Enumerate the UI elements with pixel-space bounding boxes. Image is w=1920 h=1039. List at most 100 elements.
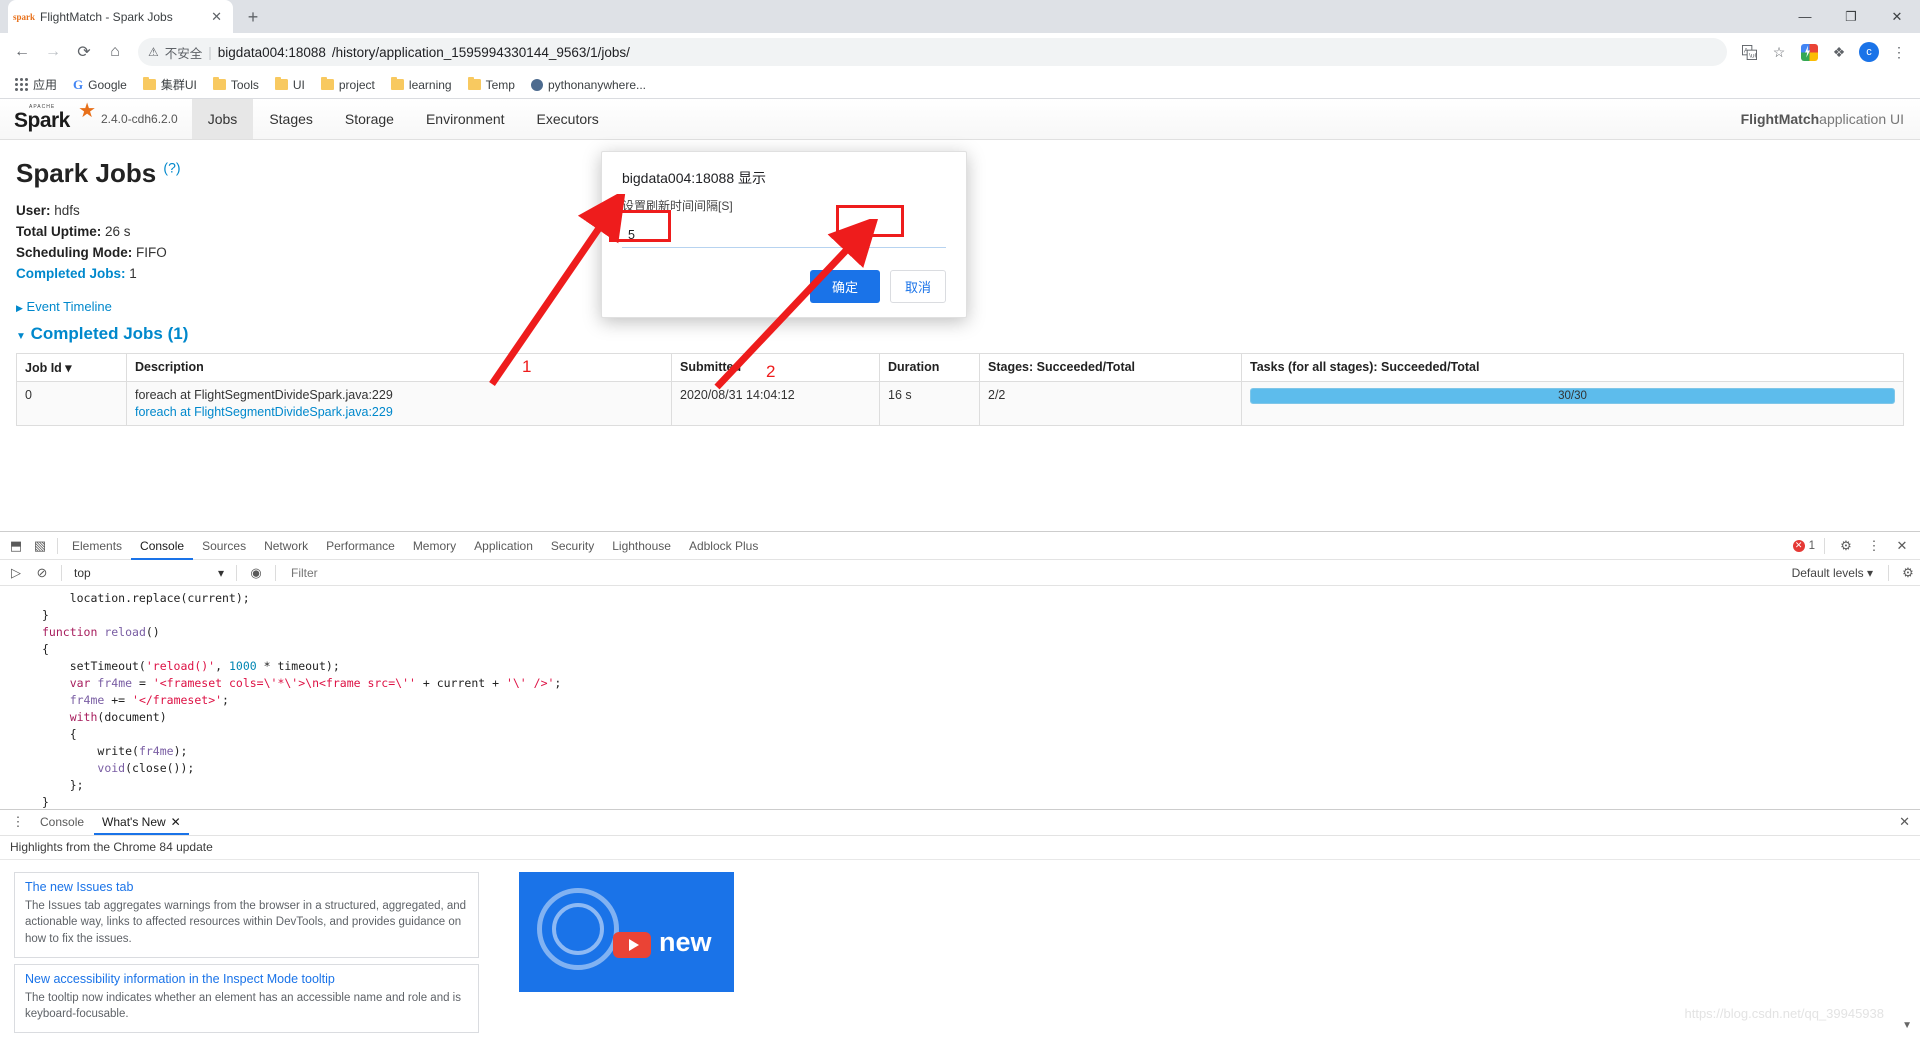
devtools-drawer: ⋮ Console What's New ✕ ✕ Highlights from… (0, 808, 1920, 1039)
bookmark-apps[interactable]: 应用 (8, 74, 64, 95)
spark-logo-icon: APACHE Spark ★ (14, 101, 96, 132)
profile-avatar[interactable]: c (1856, 39, 1882, 65)
devtools-tab-performance[interactable]: Performance (317, 532, 404, 560)
table-header-row: Job Id ▾ Description Submitted Duration … (16, 352, 1904, 382)
summary-value: 26 s (105, 223, 131, 239)
spark-brand[interactable]: APACHE Spark ★ 2.4.0-cdh6.2.0 (0, 99, 192, 139)
address-bar[interactable]: ⚠ 不安全 | bigdata004:18088/history/applica… (138, 38, 1727, 66)
devtools-close-icon[interactable]: ✕ (1890, 534, 1914, 558)
description-link[interactable]: foreach at FlightSegmentDivideSpark.java… (135, 405, 663, 419)
bookmark-label: Google (88, 77, 127, 92)
extensions-puzzle-icon[interactable]: ❖ (1826, 39, 1852, 65)
card-title[interactable]: New accessibility information in the Ins… (25, 972, 468, 986)
devtools-tab-adblock-plus[interactable]: Adblock Plus (680, 532, 767, 560)
tab-jobs[interactable]: Jobs (191, 99, 254, 139)
scroll-down-icon[interactable]: ▼ (1902, 1020, 1912, 1031)
header-tasks[interactable]: Tasks (for all stages): Succeeded/Total (1241, 352, 1904, 382)
devtools-tab-security[interactable]: Security (542, 532, 603, 560)
close-window-icon[interactable]: ✕ (1874, 0, 1920, 33)
header-description[interactable]: Description (126, 352, 672, 382)
maximize-icon[interactable]: ❐ (1828, 0, 1874, 33)
home-icon[interactable]: ⌂ (101, 38, 129, 66)
completed-jobs-header[interactable]: ▼ Completed Jobs (1) (16, 324, 1904, 344)
bookmark-learning[interactable]: learning (384, 76, 459, 94)
extension-colored-icon[interactable] (1796, 39, 1822, 65)
page-viewport: APACHE Spark ★ 2.4.0-cdh6.2.0 Jobs Stage… (0, 99, 1920, 520)
browser-tab[interactable]: spark FlightMatch - Spark Jobs ✕ (8, 0, 233, 33)
bookmark-star-icon[interactable]: ☆ (1766, 39, 1792, 65)
new-tab-button[interactable]: + (239, 3, 267, 31)
refresh-interval-input[interactable] (622, 222, 946, 248)
clear-console-icon[interactable]: ⊘ (30, 561, 54, 585)
forward-icon[interactable]: → (39, 38, 67, 66)
summary-key-link[interactable]: Completed Jobs: (16, 266, 126, 281)
whats-new-card[interactable]: New accessibility information in the Ins… (14, 963, 479, 1033)
live-expression-icon[interactable]: ◉ (244, 561, 268, 585)
devtools-toolbar-right: ✕ 1 ⚙ ⋮ ✕ (1792, 534, 1920, 558)
console-code-line: fr4me += '</frameset>'; (69, 693, 229, 707)
devtools-tab-sources[interactable]: Sources (193, 532, 255, 560)
drawer-close-icon[interactable]: ✕ (1899, 814, 1920, 830)
drawer-tab-console[interactable]: Console (32, 809, 92, 835)
bookmark-temp[interactable]: Temp (461, 76, 522, 94)
drawer-tab-close-icon[interactable]: ✕ (171, 815, 181, 829)
devtools-more-icon[interactable]: ⋮ (1862, 534, 1886, 558)
devtools-tab-application[interactable]: Application (465, 532, 542, 560)
device-toolbar-icon[interactable]: ▧ (28, 534, 52, 558)
devtools-tab-memory[interactable]: Memory (404, 532, 465, 560)
console-code-line: setTimeout('reload()', 1000 * timeout); (42, 659, 340, 673)
minimize-icon[interactable]: — (1782, 0, 1828, 33)
drawer-tab-whats-new[interactable]: What's New ✕ (94, 809, 189, 835)
inspect-element-icon[interactable]: ⬒ (4, 534, 28, 558)
confirm-button[interactable]: 确定 (809, 270, 880, 303)
tab-executors[interactable]: Executors (521, 99, 615, 139)
bookmark-cluster-ui[interactable]: 集群UI (136, 74, 204, 95)
log-levels-dropdown[interactable]: Default levels ▾ (1792, 566, 1881, 580)
bookmark-ui[interactable]: UI (268, 76, 312, 94)
page-title-help-link[interactable]: (?) (163, 159, 180, 175)
bookmark-google[interactable]: G Google (66, 75, 134, 95)
devtools-tab-network[interactable]: Network (255, 532, 317, 560)
error-count-badge[interactable]: ✕ 1 (1792, 539, 1815, 552)
back-icon[interactable]: ← (8, 38, 36, 66)
bookmark-project[interactable]: project (314, 76, 382, 94)
bookmark-label: UI (292, 77, 305, 92)
tab-storage[interactable]: Storage (329, 99, 410, 139)
console-output[interactable]: location.replace(current); } function re… (0, 586, 1920, 809)
chrome-menu-icon[interactable]: ⋮ (1886, 39, 1912, 65)
header-duration[interactable]: Duration (879, 352, 980, 382)
chevron-down-icon: ▼ (16, 330, 26, 342)
console-code-line: function reload() (42, 625, 160, 639)
header-submitted[interactable]: Submitted (671, 352, 880, 382)
folder-icon (212, 77, 226, 90)
whats-new-card[interactable]: The new Issues tab The Issues tab aggreg… (14, 871, 479, 958)
header-job-id[interactable]: Job Id ▾ (16, 352, 127, 382)
completed-jobs-table: Job Id ▾ Description Submitted Duration … (16, 352, 1904, 426)
devtools-tab-elements[interactable]: Elements (63, 532, 131, 560)
header-stages[interactable]: Stages: Succeeded/Total (979, 352, 1242, 382)
tab-environment[interactable]: Environment (410, 99, 521, 139)
console-sidebar-icon[interactable]: ▷ (4, 561, 28, 585)
bookmark-tools[interactable]: Tools (206, 76, 266, 94)
devtools-tab-lighthouse[interactable]: Lighthouse (603, 532, 680, 560)
reload-icon[interactable]: ⟳ (70, 38, 98, 66)
dialog-message: 设置刷新时间间隔[S] (622, 199, 733, 213)
cancel-button[interactable]: 取消 (889, 270, 946, 303)
whats-new-video-thumbnail[interactable]: new (519, 871, 734, 992)
close-tab-icon[interactable]: ✕ (208, 9, 225, 25)
bookmark-label: Temp (485, 77, 515, 92)
translate-icon[interactable]: A\u6587 (1736, 39, 1762, 65)
console-context-select[interactable]: top ▾ (69, 563, 229, 582)
card-title[interactable]: The new Issues tab (25, 880, 468, 894)
settings-gear-icon[interactable]: ⚙ (1834, 534, 1858, 558)
devtools-tabbar: ⬒ ▧ Elements Console Sources Network Per… (0, 532, 1920, 560)
console-filter-input[interactable] (283, 563, 1790, 582)
devtools-tab-console[interactable]: Console (131, 532, 193, 560)
console-code-line: } (42, 795, 49, 809)
window-controls: — ❐ ✕ (1782, 0, 1920, 33)
security-status-text: 不安全 (164, 46, 203, 61)
console-settings-gear-icon[interactable]: ⚙ (1896, 561, 1920, 585)
drawer-menu-icon[interactable]: ⋮ (6, 810, 30, 834)
bookmark-pythonanywhere[interactable]: pythonanywhere... (524, 76, 653, 94)
tab-stages[interactable]: Stages (253, 99, 329, 139)
